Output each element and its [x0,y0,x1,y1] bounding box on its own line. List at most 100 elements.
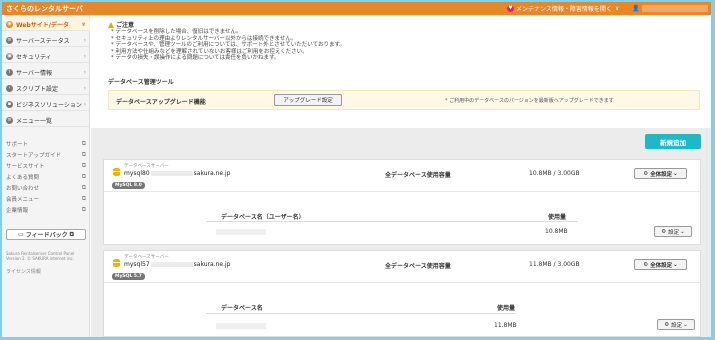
external-link-icon: ⧉ [81,183,86,191]
feedback-label: フィードバック [25,232,68,239]
db-settings-button[interactable]: ⚙ 設定 ⌄ [657,319,695,330]
divider [206,221,578,222]
chevron-down-icon: ⌄ [683,321,688,328]
external-link-icon: ⧉ [81,150,86,158]
sidebar-item-label: サーバー情報 [16,69,52,77]
external-link-icon: ⧉ [81,161,86,169]
db-tools-title: データベース管理ツール [108,79,174,86]
sidebar-item-server-status[interactable]: ≡ サーバーステータス › [2,34,90,47]
version-badge: MySQL 8.0 [112,182,145,189]
chat-icon: ▭ [18,231,24,238]
sidebar-item-business-solution[interactable]: ▪ ビジネスソリューション › [2,98,90,111]
sidebar-link-label: お問い合わせ [6,185,40,192]
lock-icon: ▣ [6,52,13,60]
total-usage-label: 全データベース使用容量 [385,263,451,270]
usage-column-header: 使用量 [548,214,567,221]
user-menu[interactable]: 👤 [632,4,709,13]
sidebar-link-company-info[interactable]: 企業情報 ⧉ [6,205,86,214]
global-settings-button[interactable]: ⚙ 全体設定 ⌄ [634,168,687,179]
copyright-text: Sakura Rentalserver Control Panel Versio… [6,251,75,261]
db-server-label: データベースサーバー [124,164,169,169]
sidebar-link-contact[interactable]: お問い合わせ ⧉ [6,183,86,192]
sidebar-item-script-settings[interactable]: ‹ スクリプト設定 › [2,82,90,95]
script-icon: ‹ [6,84,13,92]
chevron-down-icon: ⌄ [680,228,685,235]
sidebar-item-label: メニュー一覧 [16,117,53,125]
feedback-button[interactable]: ▭ フィードバック ⧉ [6,229,86,240]
sidebar-link-label: 企業情報 [6,207,29,214]
sidebar-item-label: サーバーステータス [16,37,70,45]
main-content: ご注意 * データベースを削除した場合、復旧はできません。 * セキュリティ上の… [91,15,711,337]
notice-list: * データベースを削除した場合、復旧はできません。 * セキュリティ上の理由より… [111,29,531,62]
gear-icon: ⚙ [643,170,649,177]
gear-icon: ⚙ [643,261,649,268]
server-icon: ≡ [6,36,13,44]
chevron-down-icon: ⌄ [673,261,678,268]
sidebar-item-label: スクリプト設定 [16,85,59,93]
sidebar-item-menu-list[interactable]: ≡ メニュー一覧 [2,114,90,127]
version-badge: MySQL 5.7 [112,273,145,280]
sidebar-item-server-info[interactable]: i サーバー情報 › [2,66,90,79]
sidebar-link-startup-guide[interactable]: スタートアップガイド ⧉ [6,150,86,159]
license-link[interactable]: ライセンス情報 [6,268,41,275]
sidebar-link-label: よくある質問 [6,174,40,181]
db-settings-button[interactable]: ⚙ 設定 ⌄ [654,226,692,237]
heart-icon: ♥ [507,5,514,12]
add-new-button[interactable]: 新規追加 [645,134,701,149]
db-server-card: データベースサーバー mysql57 sakura.ne.jp MySQL 5.7… [103,250,701,337]
db-name-column-header: データベース名（ユーザー名） [221,214,305,221]
sidebar: ◉ Webサイト/データ ∨ ≡ サーバーステータス › ▣ セキュリティ › … [2,15,90,337]
global-settings-button[interactable]: ⚙ 全体設定 ⌄ [634,259,687,270]
sidebar-link-faq[interactable]: よくある質問 ⧉ [6,172,86,181]
db-server-row: データベースサーバー mysql80 sakura.ne.jp MySQL 8.0… [104,160,700,192]
globe-icon: ◉ [6,20,13,28]
sidebar-item-label: ビジネスソリューション [16,101,82,109]
db-name-column-header: データベース名 [221,305,263,312]
db-name-masked [216,323,266,329]
external-link-icon: ⧉ [69,230,74,238]
upgrade-panel: データベースアップグレード機能 アップグレード設定 * ご利用中のデータベースの… [108,90,700,110]
gear-icon: ⚙ [664,321,670,328]
db-server-label: データベースサーバー [124,255,169,260]
db-server-host: mysql80 sakura.ne.jp [124,170,231,177]
sidebar-item-security[interactable]: ▣ セキュリティ › [2,50,90,63]
info-icon: i [6,68,13,76]
sidebar-link-support[interactable]: サポート ⧉ [6,139,86,148]
upgrade-label: データベースアップグレード機能 [116,99,206,106]
sidebar-link-label: スタートアップガイド [6,152,62,159]
external-link-icon: ⧉ [81,139,86,147]
app-window: さくらのレンタルサーバ ♥ メンテナンス情報・障害情報を開く ∨ 👤 ◉ Web… [2,2,711,337]
chevron-right-icon: › [83,52,86,60]
db-name-masked [216,229,266,235]
db-usage-value: 10.8MB [545,228,568,235]
external-link-icon: ⧉ [81,205,86,213]
external-link-icon: ⧉ [81,194,86,202]
chevron-right-icon: › [83,100,86,108]
db-server-row: データベースサーバー mysql57 sakura.ne.jp MySQL 5.7… [104,251,700,283]
warning-icon [108,21,114,28]
chevron-down-icon: ∨ [614,5,620,12]
sidebar-link-member-menu[interactable]: 会員メニュー ⧉ [6,194,86,203]
menu-icon: ≡ [6,116,13,124]
sidebar-link-label: サービスサイト [6,163,45,170]
external-link-icon: ⧉ [81,172,86,180]
upgrade-settings-button[interactable]: アップグレード設定 [274,94,342,106]
sidebar-item-label: セキュリティ [16,53,52,61]
notice-title-text: ご注意 [116,22,135,29]
usage-column-header: 使用量 [497,305,516,312]
sidebar-item-website-data[interactable]: ◉ Webサイト/データ ∨ [2,18,90,31]
sidebar-link-label: 会員メニュー [6,196,40,203]
sidebar-link-service-site[interactable]: サービスサイト ⧉ [6,161,86,170]
chevron-down-icon: ∨ [81,20,86,28]
gear-icon: ⚙ [661,228,667,235]
top-bar: さくらのレンタルサーバ ♥ メンテナンス情報・障害情報を開く ∨ 👤 [2,2,711,15]
chevron-right-icon: › [83,36,86,44]
notice-item: * データの損失・誤操作による問題については責任を負いかねます。 [111,55,280,61]
user-icon: 👤 [632,5,640,12]
database-icon [113,168,120,176]
maintenance-link[interactable]: ♥ メンテナンス情報・障害情報を開く ∨ [507,4,619,13]
user-name-masked [642,5,709,12]
database-icon [113,259,120,267]
briefcase-icon: ▪ [6,100,13,108]
total-usage-value: 11.8MB / 3.00GB [529,261,580,268]
